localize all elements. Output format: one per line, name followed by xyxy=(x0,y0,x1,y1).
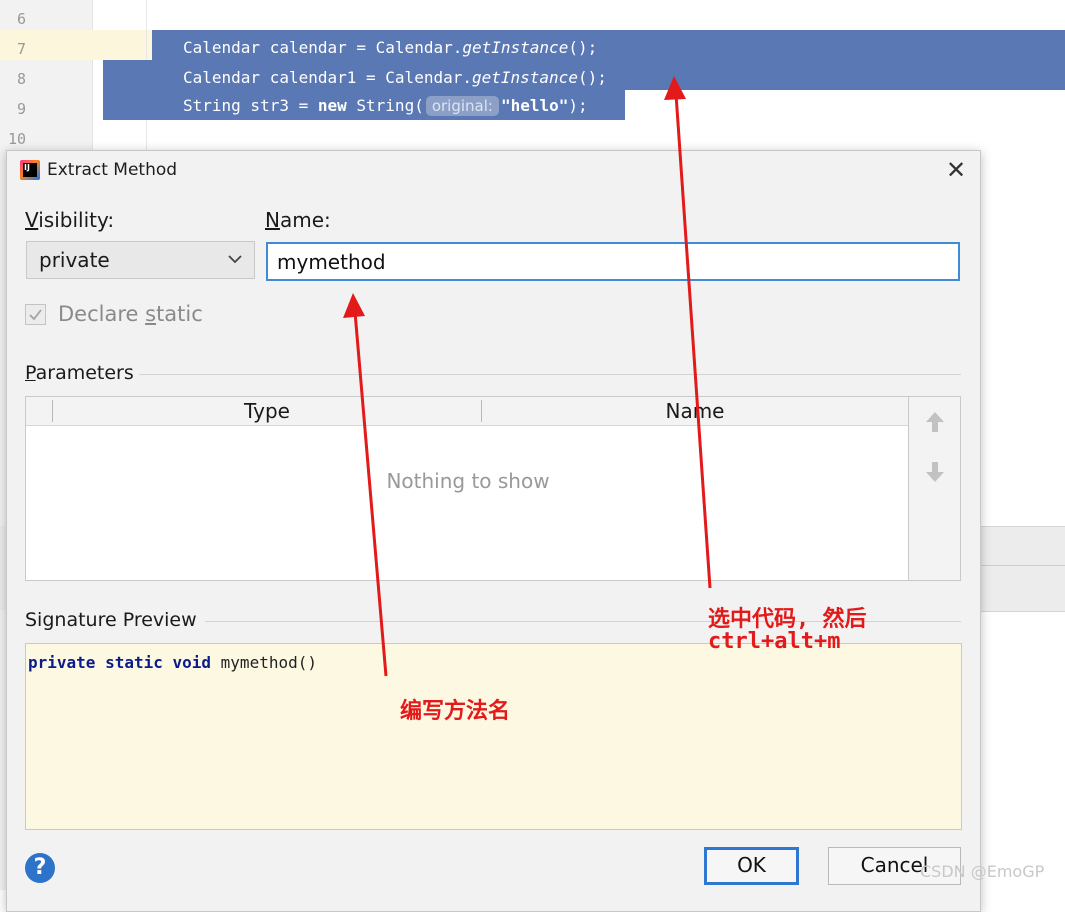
chevron-down-icon xyxy=(228,255,242,264)
ok-button[interactable]: OK xyxy=(704,847,799,885)
table-header: Type Name xyxy=(26,397,908,426)
name-label: Name: xyxy=(265,208,331,232)
visibility-value: private xyxy=(39,248,110,272)
intellij-logo-icon: IJ xyxy=(20,160,40,180)
signature-preview: private static void mymethod() xyxy=(25,643,962,830)
checkmark-icon xyxy=(29,309,42,321)
signature-code: private static void mymethod() xyxy=(28,653,317,672)
watermark: CSDN @EmoGP xyxy=(920,862,1045,881)
parameters-heading: Parameters xyxy=(25,362,134,384)
line-number: 9 xyxy=(16,100,26,118)
move-down-icon[interactable] xyxy=(923,459,947,485)
line-number: 8 xyxy=(16,70,26,88)
parameter-hint: original: xyxy=(425,96,499,116)
column-header-type[interactable]: Type xyxy=(53,399,481,423)
line-number: 7 xyxy=(16,40,26,58)
annotation-name-text: 编写方法名 xyxy=(400,699,511,724)
column-header-name[interactable]: Name xyxy=(482,399,908,423)
dialog-title: Extract Method xyxy=(47,160,178,180)
move-up-icon[interactable] xyxy=(923,409,947,435)
code-line[interactable]: Calendar calendar1 = Calendar.getInstanc… xyxy=(183,68,607,87)
annotation-shortcut-text: ctrl+alt+m xyxy=(708,629,841,654)
dialog-title-bar[interactable]: IJ Extract Method ✕ xyxy=(7,151,980,189)
section-divider xyxy=(139,374,961,375)
method-name-input[interactable] xyxy=(266,242,960,281)
parameters-table[interactable]: Type Name Nothing to show xyxy=(25,396,909,581)
close-icon[interactable]: ✕ xyxy=(943,157,969,183)
declare-static-label[interactable]: Declare static xyxy=(58,302,203,326)
code-line[interactable]: String str3 = new String(original: "hello… xyxy=(183,96,588,116)
line-number: 6 xyxy=(16,10,26,28)
tool-window-strip xyxy=(980,526,1065,612)
extract-method-dialog: IJ Extract Method ✕ Visibility: Name: pr… xyxy=(6,150,981,912)
help-icon[interactable]: ? xyxy=(25,853,55,883)
divider xyxy=(980,565,1065,566)
declare-static-checkbox[interactable] xyxy=(25,304,46,325)
code-line[interactable]: Calendar calendar = Calendar.getInstance… xyxy=(183,38,597,57)
signature-preview-heading: Signature Preview xyxy=(25,609,197,631)
line-number: 10 xyxy=(7,130,26,148)
visibility-select[interactable]: private xyxy=(26,241,255,279)
visibility-label: Visibility: xyxy=(25,208,115,232)
empty-table-message: Nothing to show xyxy=(386,469,550,493)
parameter-move-buttons xyxy=(909,396,961,581)
